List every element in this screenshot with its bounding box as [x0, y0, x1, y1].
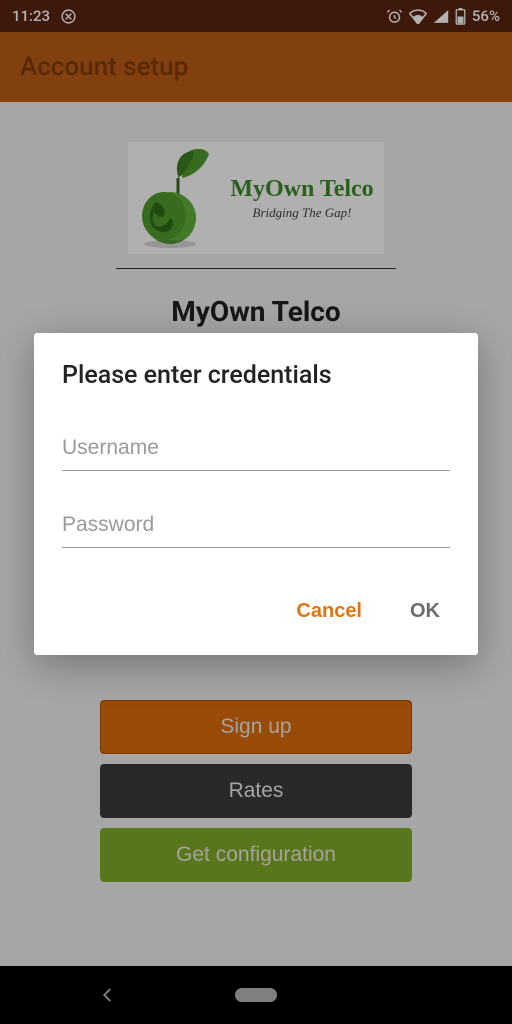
credentials-dialog: Please enter credentials Cancel OK	[34, 333, 478, 655]
dialog-title: Please enter credentials	[62, 361, 450, 390]
password-field[interactable]	[62, 509, 450, 548]
dialog-actions: Cancel OK	[62, 586, 450, 645]
username-field[interactable]	[62, 432, 450, 471]
ok-button[interactable]: OK	[404, 592, 446, 631]
cancel-button[interactable]: Cancel	[290, 592, 368, 631]
